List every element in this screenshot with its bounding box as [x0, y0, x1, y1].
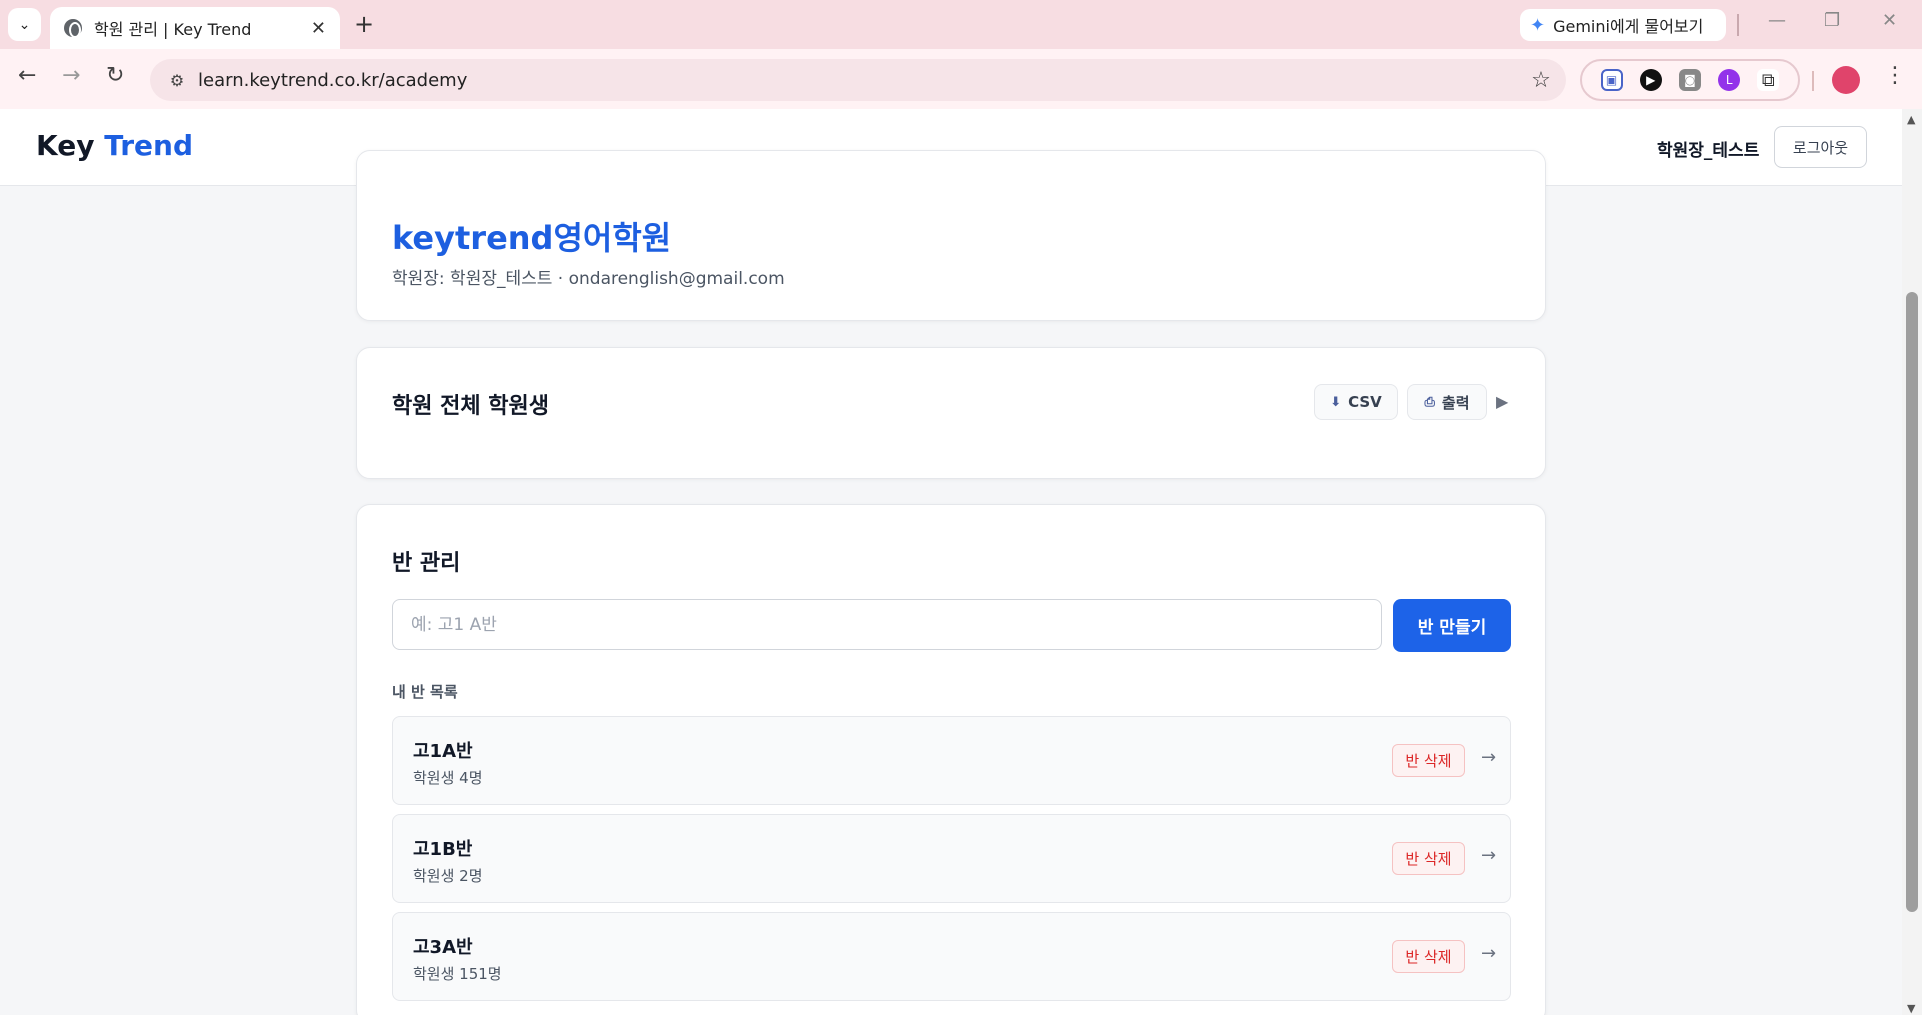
tab-search-icon[interactable]: ⌄ — [8, 8, 41, 41]
media-extension-icon[interactable]: ▶ — [1639, 69, 1662, 91]
page-scrollbar[interactable]: ▲ ▼ — [1902, 109, 1922, 1015]
new-tab-icon[interactable]: + — [354, 10, 374, 38]
expand-arrow-icon[interactable]: ▶ — [1496, 392, 1508, 411]
class-management-title: 반 관리 — [392, 551, 461, 576]
minimize-icon[interactable]: — — [1768, 10, 1786, 31]
scrollbar-thumb[interactable] — [1906, 292, 1918, 912]
class-row[interactable]: 고3A반 학원생 151명 반 삭제 → — [392, 912, 1511, 1001]
arrow-right-icon[interactable]: → — [1481, 845, 1496, 866]
profile-avatar-icon[interactable] — [1832, 66, 1860, 94]
all-students-title: 학원 전체 학원생 — [392, 394, 549, 419]
toolbar-separator — [1812, 71, 1814, 91]
address-bar[interactable]: ⚙ learn.keytrend.co.kr/academy ☆ — [150, 59, 1566, 101]
printer-icon: ⎙ — [1424, 394, 1435, 410]
csv-export-button[interactable]: ⬇ CSV — [1314, 384, 1398, 420]
browser-tab[interactable]: 학원 관리 | Key Trend ✕ — [50, 7, 340, 49]
academy-owner-line: 학원장: 학원장_테스트 · ondarenglish@gmail.com — [392, 269, 785, 289]
browser-toolbar: ← → ↻ ⚙ learn.keytrend.co.kr/academy ☆ ▣… — [0, 49, 1922, 109]
delete-class-button[interactable]: 반 삭제 — [1392, 744, 1465, 777]
class-name: 고1B반 — [413, 839, 473, 860]
class-management-card: 반 관리 반 만들기 내 반 목록 고1A반 학원생 4명 반 삭제 → 고1B… — [356, 504, 1546, 1015]
camera-extension-icon[interactable]: ◙ — [1678, 69, 1701, 91]
arrow-right-icon[interactable]: → — [1481, 747, 1496, 768]
screenshot-extension-icon[interactable]: ▣ — [1600, 69, 1623, 91]
class-list-label: 내 반 목록 — [392, 683, 458, 701]
puzzle-extensions-icon[interactable]: ⧉ — [1757, 69, 1780, 91]
browser-menu-icon[interactable]: ⋮ — [1884, 63, 1906, 88]
bookmark-star-icon[interactable]: ☆ — [1516, 68, 1566, 93]
delete-class-button[interactable]: 반 삭제 — [1392, 940, 1465, 973]
window-close-icon[interactable]: ✕ — [1882, 10, 1897, 31]
tab-separator — [1737, 14, 1739, 36]
logo-main: Key — [36, 129, 95, 162]
create-class-button[interactable]: 반 만들기 — [1393, 599, 1511, 652]
reload-icon[interactable]: ↻ — [106, 63, 124, 88]
scroll-up-icon[interactable]: ▲ — [1907, 113, 1915, 126]
restore-icon[interactable]: ❐ — [1824, 10, 1840, 31]
all-students-card: 학원 전체 학원생 ⬇ CSV ⎙ 출력 ▶ — [356, 347, 1546, 479]
url-text[interactable]: learn.keytrend.co.kr/academy — [198, 70, 1516, 91]
logo[interactable]: Key Trend — [36, 129, 193, 162]
logout-button[interactable]: 로그아웃 — [1774, 126, 1867, 168]
browser-tab-bar: ⌄ 학원 관리 | Key Trend ✕ + ✦ Gemini에게 물어보기 … — [0, 0, 1922, 49]
class-student-count: 학원생 151명 — [413, 965, 502, 983]
forward-icon[interactable]: → — [62, 63, 80, 88]
delete-class-button[interactable]: 반 삭제 — [1392, 842, 1465, 875]
academy-name: keytrend영어학원 — [392, 219, 672, 257]
class-name: 고3A반 — [413, 937, 473, 958]
class-row[interactable]: 고1A반 학원생 4명 반 삭제 → — [392, 716, 1511, 805]
download-icon: ⬇ — [1330, 394, 1342, 410]
class-row[interactable]: 고1B반 학원생 2명 반 삭제 → — [392, 814, 1511, 903]
arrow-right-icon[interactable]: → — [1481, 943, 1496, 964]
gemini-spark-icon: ✦ — [1530, 14, 1546, 36]
gemini-label: Gemini에게 물어보기 — [1553, 17, 1704, 36]
class-name-input[interactable] — [392, 599, 1382, 650]
academy-info-card: keytrend영어학원 학원장: 학원장_테스트 · ondarenglish… — [356, 150, 1546, 321]
back-icon[interactable]: ← — [18, 63, 36, 88]
class-student-count: 학원생 2명 — [413, 867, 483, 885]
globe-icon — [64, 19, 82, 38]
gemini-button[interactable]: ✦ Gemini에게 물어보기 — [1520, 9, 1726, 41]
print-button[interactable]: ⎙ 출력 — [1407, 384, 1487, 420]
close-icon[interactable]: ✕ — [311, 18, 326, 39]
lr-extension-icon[interactable]: L — [1718, 69, 1741, 91]
class-name: 고1A반 — [413, 741, 473, 762]
scroll-down-icon[interactable]: ▼ — [1907, 1002, 1915, 1015]
logo-accent: Trend — [104, 129, 194, 162]
site-info-icon[interactable]: ⚙ — [156, 71, 198, 90]
tab-title: 학원 관리 | Key Trend — [94, 20, 252, 39]
print-label: 출력 — [1441, 393, 1470, 412]
csv-label: CSV — [1348, 393, 1382, 411]
username: 학원장_테스트 — [1657, 141, 1760, 161]
extensions-group: ▣ ▶ ◙ L ⧉ — [1580, 59, 1800, 101]
class-student-count: 학원생 4명 — [413, 769, 483, 787]
